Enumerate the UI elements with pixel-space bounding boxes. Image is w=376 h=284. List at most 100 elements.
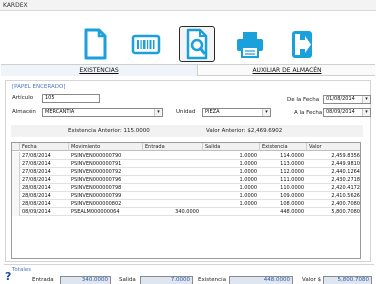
column-header[interactable]: Entrada [143, 143, 203, 151]
table-cell [143, 160, 199, 168]
table-cell: 1.0000 [239, 161, 258, 167]
product-name: [PAPEL ENCERADO] [12, 84, 66, 90]
table-cell: PSINVEN000000791 [71, 161, 122, 167]
column-header[interactable]: Fecha [20, 143, 69, 151]
row-header[interactable] [12, 200, 20, 208]
articulo-input[interactable]: 105 [42, 94, 100, 103]
total-entrada-label: Entrada [32, 277, 54, 283]
printer-icon [237, 32, 263, 58]
table-cell: 108.0000 [280, 201, 304, 207]
row-header[interactable] [12, 208, 20, 216]
toolbar [0, 11, 376, 65]
table-cell: PSINVEN000000802 [71, 201, 122, 207]
de-fecha-value: 01/08/2014 [326, 96, 355, 102]
table-cell [143, 184, 199, 192]
table-cell: 1.0000 [239, 201, 258, 207]
table-cell [143, 200, 199, 208]
column-header[interactable]: Existencia [260, 143, 307, 151]
chevron-down-icon[interactable]: ▾ [154, 109, 162, 116]
row-header[interactable] [12, 184, 20, 192]
table-cell: 2,459.8356 [331, 153, 360, 159]
tab-auxiliar-almacen[interactable]: AUXILIAR DE ALMACÉN [199, 65, 375, 76]
table-cell: PSEALM000000064 [71, 209, 120, 215]
table-cell [143, 176, 199, 184]
table-cell: PSINVEN000000790 [71, 153, 122, 159]
almacen-value: MERCANTIA [45, 109, 75, 115]
total-salida-value: 7.0000 [140, 276, 193, 284]
totals-title: Totales [12, 267, 32, 273]
search-document-button[interactable] [179, 26, 215, 62]
table-row[interactable]: 28/08/2014 PSINVEN000000799 1.0000 109.0000… [12, 192, 360, 200]
movements-table[interactable]: Fecha Movimiento Entrada Salida Existenc… [11, 142, 361, 259]
row-header[interactable] [12, 160, 20, 168]
row-header[interactable] [12, 152, 20, 160]
unidad-value: PIEZA [205, 109, 220, 115]
table-cell: 2,410.5626 [331, 193, 360, 199]
tab-existencias[interactable]: EXISTENCIAS [1, 65, 198, 76]
table-row[interactable]: 28/08/2014 PSINVEN000000798 1.0000 110.0000… [12, 184, 360, 192]
new-document-button[interactable] [77, 26, 113, 62]
existencia-anterior: Existencia Anterior: 115.0000 [68, 128, 150, 134]
table-cell: 28/08/2014 [22, 185, 51, 191]
table-row[interactable]: 27/08/2014 PSINVEN000000791 1.0000 113.0000… [12, 160, 360, 168]
table-cell: 1.0000 [239, 185, 258, 191]
table-row[interactable]: 27/08/2014 PSINVEN000000792 1.0000 112.0000… [12, 168, 360, 176]
a-fecha-picker[interactable]: 08/09/2014 ▾ [323, 108, 371, 117]
chevron-down-icon[interactable]: ▾ [262, 109, 270, 116]
table-cell: 2,449.9810 [331, 161, 360, 167]
total-valor-value: 5,800.7080 [323, 276, 372, 284]
a-fecha-label: A la Fecha [294, 110, 323, 116]
de-fecha-picker[interactable]: 01/08/2014 ▾ [323, 95, 371, 104]
barcode-button[interactable] [128, 26, 164, 62]
search-document-icon [186, 28, 208, 60]
title-bar: KARDEX [0, 0, 376, 11]
total-salida-label: Salida [119, 277, 136, 283]
row-header[interactable] [12, 168, 20, 176]
de-fecha-label: De la Fecha [287, 97, 320, 103]
table-cell: 110.0000 [280, 185, 304, 191]
exit-button[interactable] [283, 26, 319, 62]
table-cell: 27/08/2014 [22, 161, 51, 167]
table-cell: PSINVEN000000796 [71, 177, 122, 183]
totals-separator [4, 264, 374, 265]
exit-icon [292, 31, 312, 58]
table-cell: 2,400.7080 [331, 201, 360, 207]
table-cell: 1.0000 [239, 153, 258, 159]
document-icon [84, 28, 107, 60]
unidad-label: Unidad [176, 109, 196, 115]
column-header[interactable]: Movimiento [69, 143, 143, 151]
column-header[interactable]: Valor [307, 143, 360, 151]
articulo-label: Artículo [12, 95, 34, 101]
help-button[interactable]: ? [5, 270, 11, 283]
table-cell: 28/08/2014 [22, 201, 51, 207]
total-entrada-value: 340.0000 [60, 276, 111, 284]
barcode-icon [131, 34, 161, 55]
chevron-down-icon[interactable]: ▾ [362, 109, 370, 116]
print-button[interactable] [232, 26, 268, 62]
table-cell: 1.0000 [239, 169, 258, 175]
table-cell: 1.0000 [239, 193, 258, 199]
table-cell: 114.0000 [280, 153, 304, 159]
table-cell: PSINVEN000000798 [71, 185, 122, 191]
table-cell [143, 192, 199, 200]
table-row[interactable]: 27/08/2014 PSINVEN000000790 1.0000 114.0000… [12, 152, 360, 160]
row-header[interactable] [12, 176, 20, 184]
unidad-select[interactable]: PIEZA ▾ [202, 108, 271, 117]
column-header[interactable]: Salida [203, 143, 260, 151]
table-cell: 28/08/2014 [22, 193, 51, 199]
table-cell: 5,800.7080 [331, 209, 360, 215]
a-fecha-value: 08/09/2014 [326, 109, 355, 115]
row-header-corner [12, 143, 20, 151]
valor-anterior: Valor Anterior: $2,469.6902 [206, 128, 283, 134]
table-row[interactable]: 28/08/2014 PSINVEN000000802 1.0000 108.0000… [12, 200, 360, 208]
almacen-select[interactable]: MERCANTIA ▾ [42, 108, 163, 117]
table-row[interactable]: 27/08/2014 PSINVEN000000796 1.0000 111.0000… [12, 176, 360, 184]
table-cell: 113.0000 [280, 161, 304, 167]
table-row[interactable]: 08/09/2014 PSEALM000000064 340.0000 448.000… [12, 208, 360, 216]
table-cell: 448.0000 [280, 209, 304, 215]
table-cell: 27/08/2014 [22, 153, 51, 159]
row-header[interactable] [12, 192, 20, 200]
total-existencia-value: 448.0000 [229, 276, 293, 284]
table-cell [203, 208, 257, 216]
chevron-down-icon[interactable]: ▾ [362, 96, 370, 103]
